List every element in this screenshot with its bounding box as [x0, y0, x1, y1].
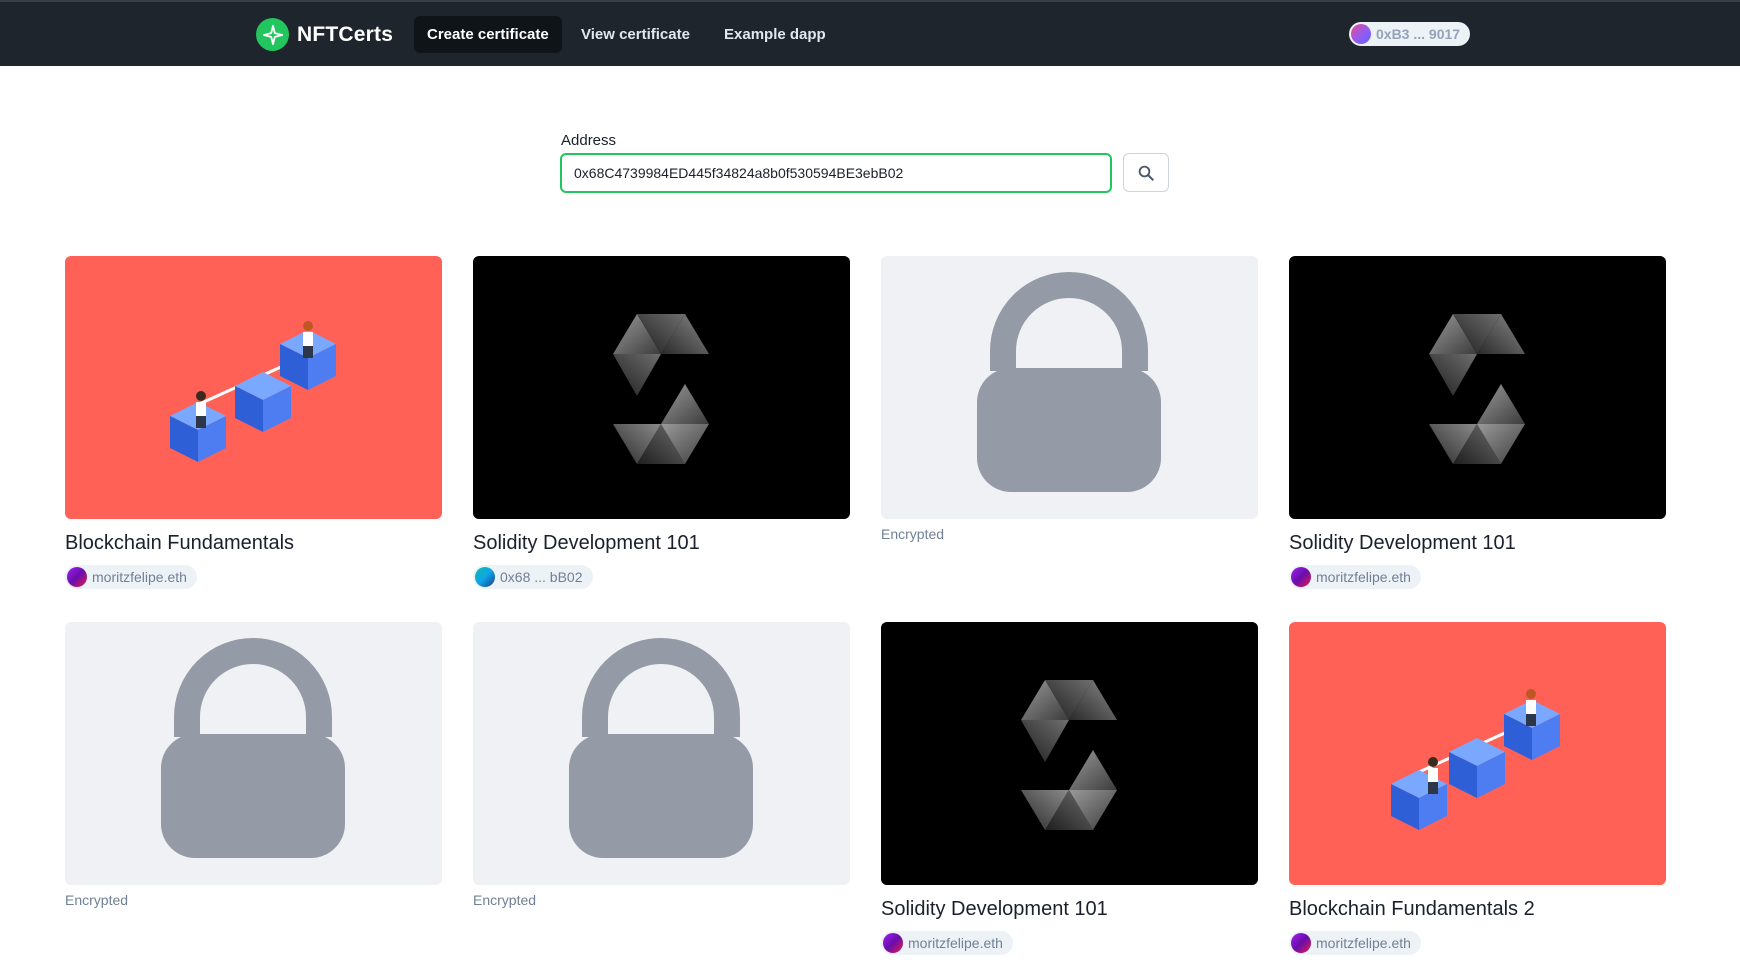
- lock-icon: [161, 638, 345, 858]
- owner-avatar: [1291, 933, 1311, 953]
- owner-name: moritzfelipe.eth: [92, 569, 187, 585]
- owner-chip[interactable]: moritzfelipe.eth: [65, 565, 197, 589]
- owner-chip[interactable]: moritzfelipe.eth: [1289, 565, 1421, 589]
- sparkle-logo-icon: [256, 18, 289, 51]
- top-navbar: NFTCerts Create certificate View certifi…: [0, 0, 1740, 66]
- certificate-card[interactable]: Blockchain Fundamentals moritzfelipe.eth: [65, 256, 442, 592]
- lock-icon: [977, 272, 1161, 492]
- search-icon: [1138, 165, 1154, 181]
- search-button[interactable]: [1123, 153, 1169, 192]
- brand[interactable]: NFTCerts: [256, 18, 393, 51]
- encrypted-label: Encrypted: [881, 526, 945, 542]
- card-title: Solidity Development 101: [473, 532, 700, 554]
- lock-media: [473, 622, 850, 885]
- certificate-card[interactable]: Blockchain Fundamentals 2 moritzfelipe.e…: [1289, 622, 1666, 958]
- wallet-address: 0xB3 ... 9017: [1376, 26, 1461, 42]
- lock-media: [65, 622, 442, 885]
- card-title: Solidity Development 101: [881, 898, 1108, 920]
- owner-avatar: [1291, 567, 1311, 587]
- owner-avatar: [475, 567, 495, 587]
- blockchain-illustration: [65, 256, 442, 519]
- solidity-logo: [881, 622, 1258, 885]
- encrypted-label: Encrypted: [65, 892, 129, 908]
- certificate-card-encrypted[interactable]: Encrypted: [65, 622, 442, 908]
- blockchain-illustration: [1289, 622, 1666, 885]
- address-input[interactable]: [560, 153, 1112, 193]
- owner-avatar: [883, 933, 903, 953]
- solidity-logo: [473, 256, 850, 519]
- nav-create-certificate[interactable]: Create certificate: [414, 16, 562, 53]
- owner-name: 0x68 ... bB02: [500, 569, 583, 585]
- nav-example-dapp[interactable]: Example dapp: [711, 16, 839, 53]
- owner-avatar: [67, 567, 87, 587]
- card-title: Solidity Development 101: [1289, 532, 1516, 554]
- address-label: Address: [561, 132, 617, 149]
- certificate-card[interactable]: Solidity Development 101 moritzfelipe.et…: [881, 622, 1258, 958]
- wallet-avatar: [1351, 24, 1371, 44]
- lock-media: [881, 256, 1258, 519]
- owner-chip[interactable]: 0x68 ... bB02: [473, 565, 593, 589]
- certificate-card[interactable]: Solidity Development 101 0x68 ... bB02: [473, 256, 850, 592]
- owner-chip[interactable]: moritzfelipe.eth: [1289, 931, 1421, 955]
- certificate-card-encrypted[interactable]: Encrypted: [881, 256, 1258, 542]
- owner-name: moritzfelipe.eth: [1316, 569, 1411, 585]
- brand-name: NFTCerts: [297, 22, 394, 46]
- card-title: Blockchain Fundamentals: [65, 532, 295, 554]
- solidity-logo: [1289, 256, 1666, 519]
- certificate-card[interactable]: Solidity Development 101 moritzfelipe.et…: [1289, 256, 1666, 592]
- owner-name: moritzfelipe.eth: [908, 935, 1003, 951]
- lock-icon: [569, 638, 753, 858]
- encrypted-label: Encrypted: [473, 892, 537, 908]
- wallet-address-chip[interactable]: 0xB3 ... 9017: [1349, 22, 1471, 46]
- owner-chip[interactable]: moritzfelipe.eth: [881, 931, 1013, 955]
- certificate-card-encrypted[interactable]: Encrypted: [473, 622, 850, 908]
- card-title: Blockchain Fundamentals 2: [1289, 898, 1535, 920]
- nav-view-certificate[interactable]: View certificate: [568, 16, 703, 53]
- owner-name: moritzfelipe.eth: [1316, 935, 1411, 951]
